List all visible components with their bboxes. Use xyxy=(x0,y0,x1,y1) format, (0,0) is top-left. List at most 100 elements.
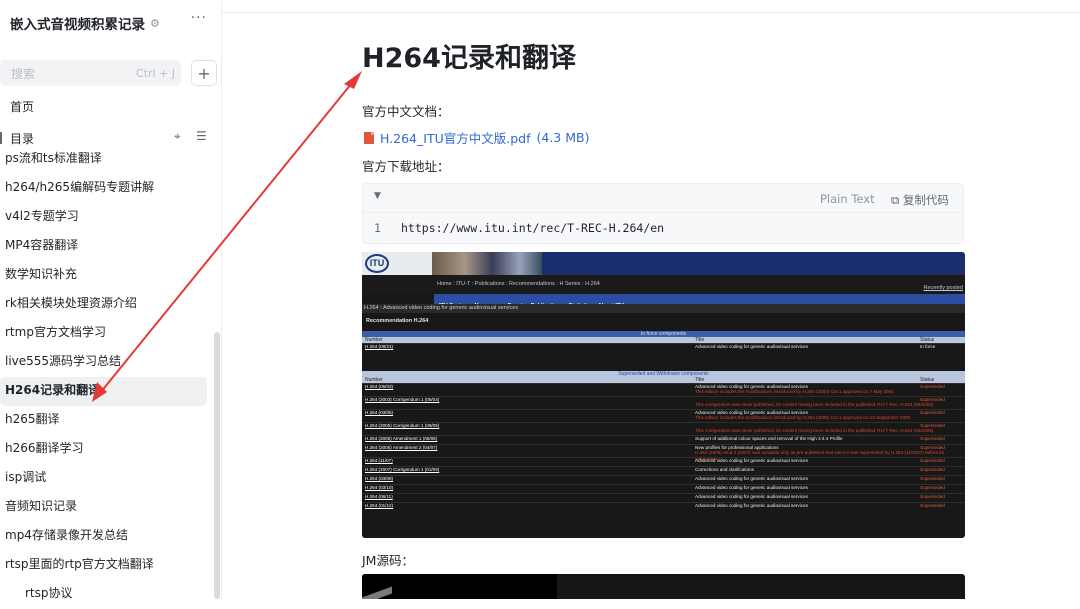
itu-row-status: Superseded xyxy=(920,458,945,463)
code-block: ▼ Plain Text ⧉ 复制代码 1 https://www.itu.in… xyxy=(362,183,964,244)
itu-row-number[interactable]: H.264 (03/05) xyxy=(365,410,393,416)
sidebar-item[interactable]: 音频知识记录 xyxy=(0,493,215,522)
itu-breadcrumb: Home : ITU-T : Publications : Recommenda… xyxy=(437,281,600,287)
sidebar-scrollbar[interactable] xyxy=(214,332,220,599)
doc-tree: ps流和ts标准翻译 h264/h265编解码专题讲解 v4l2专题学习 MP4容器翻… xyxy=(0,145,215,609)
itu-row-number[interactable]: H.264 (03/09) xyxy=(365,476,393,482)
collapse-toggle-icon[interactable]: ▼ xyxy=(374,191,381,201)
itu-table-row: H.264 (03/10) Advanced video coding for g… xyxy=(362,484,965,493)
itu-row-status: Superseded xyxy=(920,494,945,499)
sidebar-item[interactable]: H264记录和翻译 xyxy=(0,377,207,406)
itu-row-status: Superseded xyxy=(920,384,945,389)
locate-icon[interactable]: ⌖ xyxy=(174,129,181,144)
sidebar-item[interactable]: isp调试 xyxy=(0,464,215,493)
sidebar: 嵌入式音视频积累记录 ⚙ ··· 搜索 Ctrl + J + 首页 目录 ⌖ ☰… xyxy=(0,0,222,600)
itu-row-status: Superseded xyxy=(920,476,945,481)
toc-list-icon[interactable]: ☰ xyxy=(196,129,207,143)
itu-table-row: H.264 (2005) Amendment 2 (04/07) New prof… xyxy=(362,444,965,461)
itu-row-number[interactable]: H.264 (03/10) xyxy=(365,485,393,491)
pdf-attachment-link[interactable]: H.264_ITU官方中文版.pdf (4.3 MB) xyxy=(362,128,589,147)
itu-row-status: Superseded xyxy=(920,436,945,441)
attachment-size: (4.3 MB) xyxy=(536,130,590,145)
itu-row-number[interactable]: H.264 (2007) Corrigendum 1 (01/09) xyxy=(365,467,439,473)
itu-row-note: This corrigendum was never published, it… xyxy=(695,402,934,407)
code-block-header: ▼ Plain Text ⧉ 复制代码 xyxy=(363,184,963,213)
settings-icon[interactable]: ⚙ xyxy=(150,17,160,30)
itu-row-status: Superseded xyxy=(920,467,945,472)
itu-row-status: In force xyxy=(920,344,936,349)
itu-table-row: H.264 (01/12) Advanced video coding for g… xyxy=(362,502,965,511)
code-line-text[interactable]: https://www.itu.int/rec/T-REC-H.264/en xyxy=(401,221,664,235)
itu-table-row: H.264 (2003) Corrigendum 1 (05/04) Supers… xyxy=(362,396,965,409)
sidebar-item[interactable]: rk相关模块处理资源介绍 xyxy=(0,290,215,319)
itu-row-title: Advanced video coding for generic audiov… xyxy=(695,485,808,490)
itu-table-row: H.264 (03/09) Advanced video coding for g… xyxy=(362,475,965,484)
itu-table-row: H.264 (05/03) Advanced video coding for g… xyxy=(362,383,965,396)
add-button[interactable]: + xyxy=(191,60,217,86)
itu-row-number[interactable]: H.264 (01/12) xyxy=(365,503,393,509)
attachment-name[interactable]: H.264_ITU官方中文版.pdf xyxy=(380,128,530,147)
itu-row-number[interactable]: H.264 (2005) Amendment 2 (04/07) xyxy=(365,445,437,451)
itu-subheading: H.264 : Advanced video coding for generi… xyxy=(362,304,965,313)
itu-nav-bar: ITU SectorsNewsroomEventsPublicationsSta… xyxy=(434,294,965,309)
sidebar-item[interactable]: v4l2专题学习 xyxy=(0,203,215,232)
itu-table-row: H.264 (2005) Amendment 1 (06/06) Support … xyxy=(362,435,965,444)
sidebar-item[interactable]: rtsp里面的rtp官方文档翻译 xyxy=(0,551,215,580)
knowledge-base-header: 嵌入式音视频积累记录 ⚙ ··· xyxy=(10,10,215,34)
plus-icon: + xyxy=(197,63,211,83)
paragraph-download-url: 官方下载地址： xyxy=(362,159,450,174)
itu-row-number[interactable]: H.264 (05/03) xyxy=(365,384,393,390)
search-placeholder: 搜索 xyxy=(11,66,36,81)
itu-breadcrumb-row: Home : ITU-T : Publications : Recommenda… xyxy=(362,275,965,293)
code-line-number: 1 xyxy=(374,221,381,235)
itu-row-number[interactable]: H.264 (08/21) xyxy=(365,344,393,350)
sidebar-item[interactable]: live555源码学习总结 xyxy=(0,348,215,377)
itu-rec-heading: Recommendation H.264 xyxy=(362,316,965,327)
copy-code-button[interactable]: ⧉ 复制代码 xyxy=(891,192,949,208)
sidebar-item[interactable]: rtmp官方文档学习 xyxy=(0,319,215,348)
itu-row-status: Superseded xyxy=(920,503,945,508)
itu-row-note: This edition includes the modifications … xyxy=(695,415,911,420)
itu-row-number[interactable]: H.264 (2005) Corrigendum 1 (09/05) xyxy=(365,423,439,429)
itu-row-number[interactable]: H.264 (11/07) xyxy=(365,458,393,464)
paragraph-official-doc: 官方中文文档： xyxy=(362,104,450,119)
nav-home[interactable]: 首页 xyxy=(10,98,34,115)
itu-banner: ITU xyxy=(362,252,965,275)
copy-code-label: 复制代码 xyxy=(902,193,949,207)
itu-row-title: Corrections and clarifications xyxy=(695,467,754,472)
itu-row-number[interactable]: H.264 (06/11) xyxy=(365,494,393,500)
sidebar-item[interactable]: mp4存储录像开发总结 xyxy=(0,522,215,551)
sidebar-item[interactable]: h265翻译 xyxy=(0,406,215,435)
code-language[interactable]: Plain Text xyxy=(820,192,875,206)
sidebar-item[interactable]: 数学知识补充 xyxy=(0,261,215,290)
sidebar-item[interactable]: MP4容器翻译 xyxy=(0,232,215,261)
header-divider xyxy=(222,12,1080,13)
itu-website-screenshot[interactable]: ITU Home : ITU-T : Publications : Recomm… xyxy=(362,252,965,538)
sidebar-item[interactable]: h266翻译学习 xyxy=(0,435,215,464)
sidebar-item[interactable]: ps流和ts标准翻译 xyxy=(0,145,215,174)
itu-row-title: Advanced video coding for generic audiov… xyxy=(695,503,808,508)
itu-table-row: H.264 (2005) Corrigendum 1 (09/05) Supers… xyxy=(362,422,965,435)
sidebar-item[interactable]: rtsp协议 xyxy=(0,580,215,609)
itu-row-title: Advanced video coding for generic audiov… xyxy=(695,476,808,481)
itu-banner-photos xyxy=(432,252,542,275)
itu-row-title: Advanced video coding for generic audiov… xyxy=(695,458,808,463)
copy-icon: ⧉ xyxy=(891,193,903,207)
document-area: H264记录和翻译 官方中文文档： H.264_ITU官方中文版.pdf (4.… xyxy=(222,0,1080,599)
itu-row-number[interactable]: H.264 (2005) Amendment 1 (06/06) xyxy=(365,436,437,442)
search-shortcut: Ctrl + J xyxy=(135,66,175,80)
itu-table-row: H.264 (11/07) Advanced video coding for g… xyxy=(362,457,965,466)
page-title: H264记录和翻译 xyxy=(362,43,576,74)
jm-screenshot[interactable] xyxy=(362,574,965,599)
sidebar-item[interactable]: h264/h265编解码专题讲解 xyxy=(0,174,215,203)
toc-header[interactable]: 目录 ⌖ ☰ xyxy=(0,129,215,146)
itu-row-number[interactable]: H.264 (2003) Corrigendum 1 (05/04) xyxy=(365,397,439,403)
itu-row-note: This edition includes the modifications … xyxy=(695,389,894,394)
itu-row-title: Advanced video coding for generic audiov… xyxy=(695,494,808,499)
itu-recently-posted: Recently posted xyxy=(923,285,963,291)
itu-table-row: H.264 (08/21) Advanced video coding for g… xyxy=(362,343,965,351)
itu-banner-bar xyxy=(542,252,965,275)
knowledge-base-title[interactable]: 嵌入式音视频积累记录 xyxy=(10,13,145,33)
search-input[interactable]: 搜索 Ctrl + J xyxy=(0,60,181,86)
more-icon[interactable]: ··· xyxy=(191,10,207,26)
